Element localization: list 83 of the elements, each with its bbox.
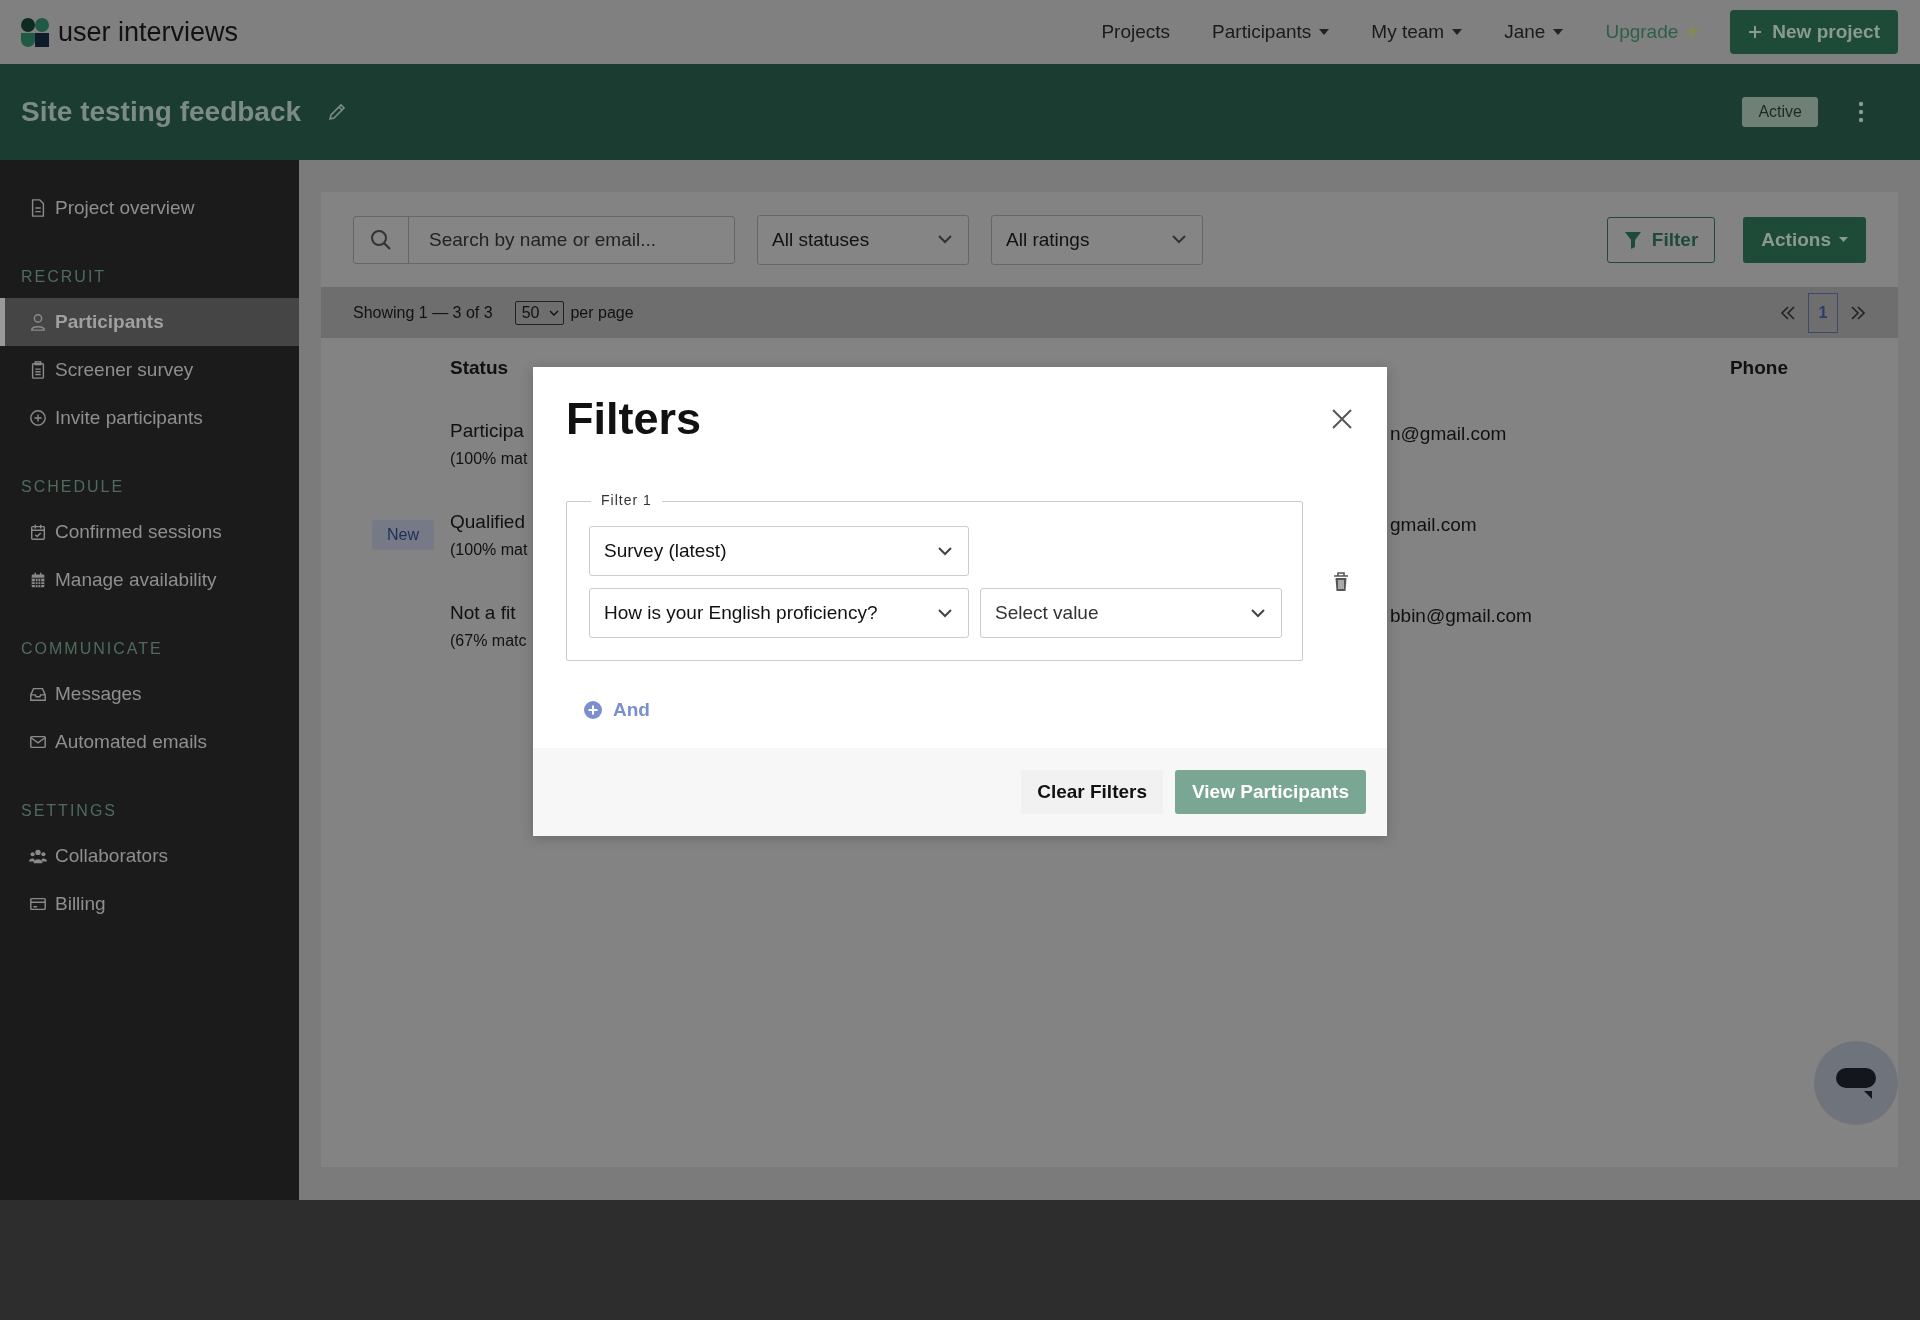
chevron-down-icon xyxy=(1172,235,1186,244)
nav-link[interactable]: Participants xyxy=(1212,21,1330,43)
sidebar-item[interactable]: Confirmed sessions xyxy=(0,508,299,556)
plus-circle-icon xyxy=(29,409,47,427)
plus-circle-icon xyxy=(583,700,603,720)
last-page-icon[interactable] xyxy=(1850,305,1866,320)
document-icon xyxy=(29,199,47,217)
calendar-check-icon xyxy=(29,523,47,541)
section-heading: COMMUNICATE xyxy=(20,639,164,659)
dropdown[interactable]: All ratings xyxy=(991,214,1203,265)
logo-icon xyxy=(20,17,50,47)
and-button[interactable]: And xyxy=(583,699,650,721)
email-text: gmail.com xyxy=(1390,513,1477,536)
chevron-down-icon xyxy=(1251,608,1265,618)
trash-icon[interactable] xyxy=(1333,572,1349,592)
actions-button[interactable]: Actions xyxy=(1743,216,1866,263)
results-summary: Showing 1 — 3 of 3 xyxy=(353,303,493,322)
clear-filters-button[interactable]: Clear Filters xyxy=(1021,770,1163,814)
email-text: n@gmail.com xyxy=(1390,422,1507,445)
envelope-icon xyxy=(29,733,47,751)
credit-card-icon xyxy=(29,895,47,913)
dropdown[interactable]: Select value xyxy=(980,588,1282,638)
sidebar-item[interactable]: Collaborators xyxy=(0,832,299,880)
sidebar-item[interactable]: Manage availability xyxy=(0,556,299,604)
section-heading: RECRUIT xyxy=(20,267,108,287)
chevron-down-icon xyxy=(549,309,560,316)
column-header: Status xyxy=(450,357,509,379)
dialog-title: Filters xyxy=(566,393,702,445)
new-project-button[interactable]: New project xyxy=(1730,10,1898,54)
sidebar-item[interactable]: Messages xyxy=(0,670,299,718)
match-text: (67% matc xyxy=(450,631,528,650)
search-field[interactable]: Search by name or email... xyxy=(353,215,735,264)
status-badge: Active xyxy=(1742,97,1818,127)
per-page-label: per page xyxy=(570,303,634,322)
sidebar-item[interactable]: Invite participants xyxy=(0,394,299,442)
status-text: Not a fit xyxy=(450,601,517,624)
sidebar-item[interactable]: Automated emails xyxy=(0,718,299,766)
people-icon xyxy=(29,847,47,865)
calendar-icon xyxy=(29,571,47,589)
filter-button[interactable]: Filter xyxy=(1606,216,1716,263)
filter-label: Filter 1 xyxy=(591,492,662,508)
caret-icon xyxy=(1839,237,1848,242)
logo-text: user interviews xyxy=(58,16,239,48)
more-icon[interactable] xyxy=(1858,101,1864,123)
first-page-icon[interactable] xyxy=(1780,305,1796,320)
column-header: Phone xyxy=(1729,357,1788,379)
per-page-select[interactable]: 50 xyxy=(514,300,565,325)
chevron-down-icon xyxy=(938,608,952,618)
person-icon xyxy=(29,313,47,331)
sidebar-item[interactable]: Screener survey xyxy=(0,346,299,394)
sparkle-icon xyxy=(1684,24,1701,40)
sidebar-item[interactable]: Participants xyxy=(0,298,299,346)
nav-link[interactable]: Projects xyxy=(1101,21,1171,43)
section-heading: SCHEDULE xyxy=(20,477,126,497)
status-tag: New xyxy=(372,519,434,550)
project-title: Site testing feedback xyxy=(21,96,302,128)
search-icon xyxy=(370,228,392,251)
clipboard-icon xyxy=(29,361,47,379)
search-input[interactable]: Search by name or email... xyxy=(409,216,734,263)
chevron-down-icon xyxy=(938,546,952,556)
sidebar-item[interactable]: Billing xyxy=(0,880,299,928)
funnel-icon xyxy=(1623,230,1642,249)
section-heading: SETTINGS xyxy=(20,801,118,821)
inbox-icon xyxy=(29,685,47,703)
pencil-icon[interactable] xyxy=(327,102,348,122)
chat-bubble-icon xyxy=(1834,1066,1878,1100)
caret-icon xyxy=(1319,29,1330,35)
email-text: bbin@gmail.com xyxy=(1390,604,1532,627)
match-text: (100% mat xyxy=(450,449,529,468)
chevron-down-icon xyxy=(938,235,952,244)
dropdown[interactable]: All statuses xyxy=(757,214,969,265)
caret-icon xyxy=(1553,29,1564,35)
status-text: Qualified xyxy=(450,510,526,533)
dropdown[interactable]: How is your English proficiency? xyxy=(589,588,969,638)
match-text: (100% mat xyxy=(450,540,529,559)
status-text: Participa xyxy=(450,419,525,442)
plus-icon xyxy=(1748,25,1763,39)
close-icon[interactable] xyxy=(1331,408,1353,430)
sidebar-item[interactable]: Project overview xyxy=(0,184,299,232)
nav-link[interactable]: Jane xyxy=(1504,21,1564,43)
dropdown[interactable]: Survey (latest) xyxy=(589,526,969,576)
caret-icon xyxy=(1452,29,1463,35)
nav-link[interactable]: My team xyxy=(1371,21,1463,43)
